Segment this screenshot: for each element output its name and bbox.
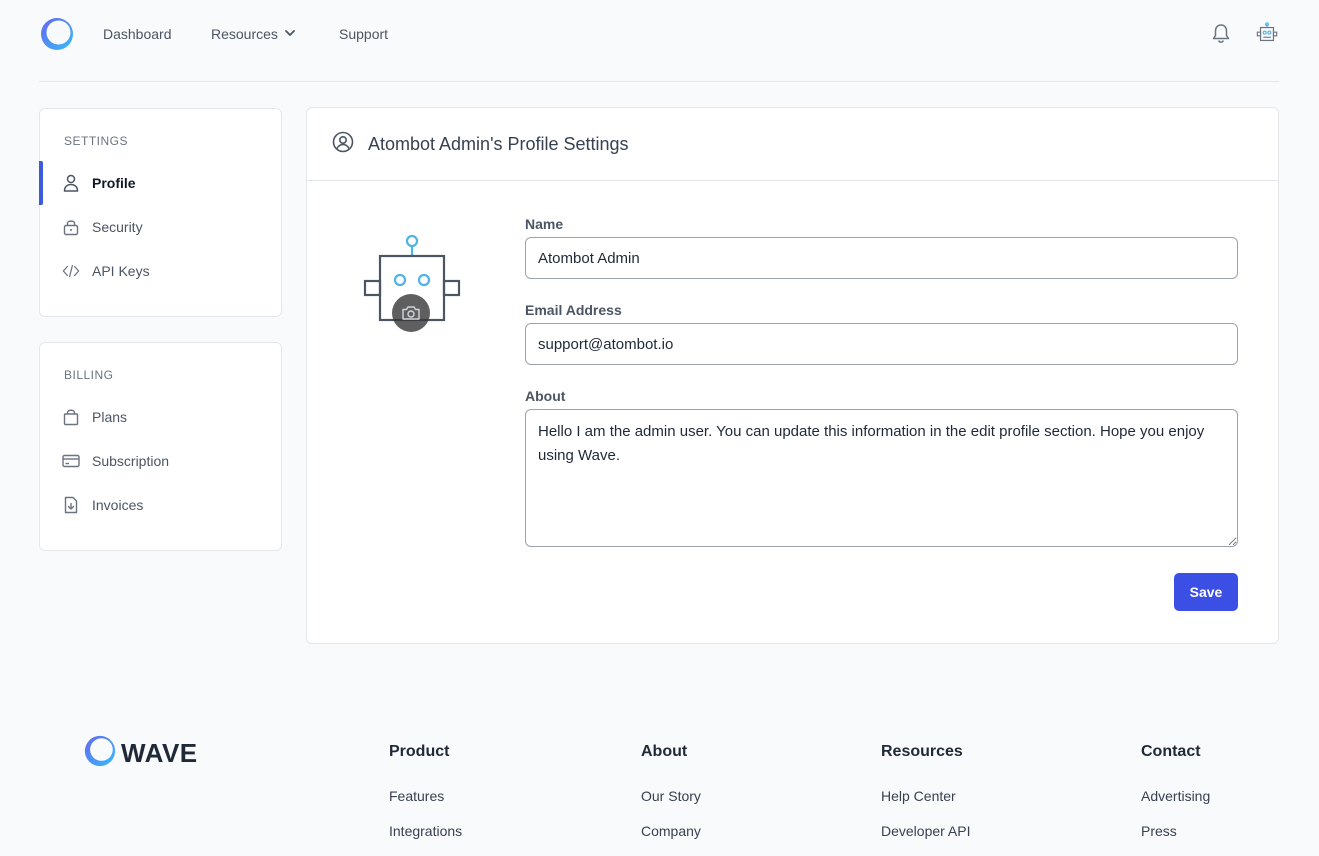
footer-column-title: Product [389,743,450,760]
name-input[interactable] [525,237,1238,279]
footer-link-integrations[interactable]: Integrations [389,823,462,839]
email-label: Email Address [525,302,622,318]
footer-logo[interactable]: WAVE [83,734,198,773]
footer-link-help-center[interactable]: Help Center [881,788,971,804]
lock-icon [62,218,80,236]
sidebar-item-label: Security [92,219,143,235]
footer-column-product: Product Features Integrations [389,743,462,856]
nav-support[interactable]: Support [339,26,388,42]
sidebar-item-profile[interactable]: Profile [39,161,281,205]
footer-link-developer-api[interactable]: Developer API [881,823,971,839]
name-label: Name [525,216,564,232]
sidebar-item-label: Plans [92,409,128,425]
footer-column-contact: Contact Advertising Press [1141,743,1210,856]
sidebar-item-label: Profile [92,175,136,191]
nav-dashboard[interactable]: Dashboard [103,26,172,42]
bag-icon [62,408,80,426]
settings-menu-card: SETTINGS Profile Security API Keys [39,108,282,317]
user-icon [62,174,80,192]
email-input[interactable] [525,323,1238,365]
billing-menu-card: BILLING Plans Subscription Invoices [39,342,282,551]
footer-brand-name: WAVE [121,738,198,768]
nav-resources-label: Resources [211,26,278,42]
notification-bell-icon[interactable] [1209,20,1233,48]
footer-column-about: About Our Story Company [641,743,701,856]
credit-card-icon [62,452,80,470]
code-icon [62,262,80,280]
save-button[interactable]: Save [1174,573,1238,611]
about-textarea[interactable]: Hello I am the admin user. You can updat… [525,409,1238,547]
nav-support-label: Support [339,26,389,42]
about-label: About [525,388,566,404]
footer-column-title: Resources [881,743,963,760]
sidebar-item-api-keys[interactable]: API Keys [40,249,281,293]
nav-resources-dropdown[interactable]: Resources [211,26,296,42]
wave-logo-icon [83,734,117,773]
sidebar-item-subscription[interactable]: Subscription [40,439,281,483]
wave-logo-icon[interactable] [39,16,75,52]
sidebar-item-invoices[interactable]: Invoices [40,483,281,527]
profile-settings-panel: Atombot Admin's Profile Settings Name Em… [306,107,1279,644]
footer-column-title: Contact [1141,743,1201,760]
footer-link-features[interactable]: Features [389,788,462,804]
top-navbar: Dashboard Resources Support [39,0,1279,82]
sidebar-item-label: Invoices [92,497,144,513]
sidebar-item-label: API Keys [92,263,150,279]
document-download-icon [62,496,80,514]
sidebar-item-security[interactable]: Security [40,205,281,249]
footer-link-company[interactable]: Company [641,823,701,839]
page-title: Atombot Admin's Profile Settings [368,133,629,154]
footer-column-title: About [641,743,688,760]
user-circle-icon [332,131,354,158]
nav-dashboard-label: Dashboard [103,26,172,42]
footer-column-resources: Resources Help Center Developer API [881,743,971,856]
settings-heading: SETTINGS [64,134,129,148]
footer-link-our-story[interactable]: Our Story [641,788,701,804]
footer-link-advertising[interactable]: Advertising [1141,788,1210,804]
billing-heading: BILLING [64,368,114,382]
sidebar-item-plans[interactable]: Plans [40,395,281,439]
change-photo-camera-icon[interactable] [392,294,430,332]
user-avatar-robot-icon[interactable] [1255,20,1279,48]
chevron-down-icon [284,26,296,42]
footer-link-press[interactable]: Press [1141,823,1210,839]
panel-header: Atombot Admin's Profile Settings [307,108,1278,181]
sidebar-item-label: Subscription [92,453,170,469]
